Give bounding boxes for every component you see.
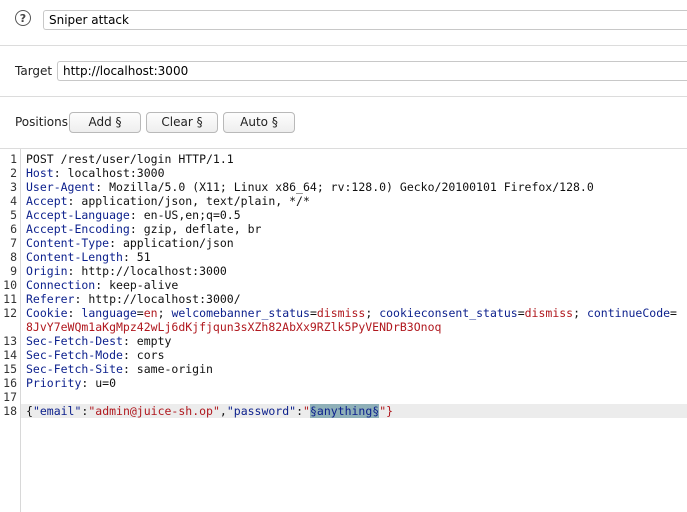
line-number: 16 xyxy=(3,376,17,390)
header-line: Referer: http://localhost:3000/ xyxy=(26,292,241,306)
line-number: 4 xyxy=(10,194,17,208)
header-value: application/json xyxy=(122,236,234,250)
header-line: Content-Type: application/json xyxy=(26,236,234,250)
auto-positions-button[interactable]: Auto § xyxy=(223,112,295,133)
cookie-value: dismiss xyxy=(524,306,574,320)
divider xyxy=(0,96,687,97)
header-name: Sec-Fetch-Mode xyxy=(26,348,123,362)
line-number: 10 xyxy=(3,278,17,292)
header-value: empty xyxy=(136,334,172,348)
line-number: 18 xyxy=(3,404,17,418)
header-value: 51 xyxy=(136,250,151,264)
payload-position-marker[interactable]: §anything§ xyxy=(309,404,380,418)
header-line: Connection: keep-alive xyxy=(26,278,179,292)
line-number: 1 xyxy=(10,152,17,166)
header-value: en-US,en;q=0.5 xyxy=(143,208,241,222)
line-number: 9 xyxy=(10,264,17,278)
body-punct: "} xyxy=(379,404,394,418)
header-name: Origin xyxy=(26,264,68,278)
header-line: Origin: http://localhost:3000 xyxy=(26,264,227,278)
header-line: Sec-Fetch-Dest: empty xyxy=(26,334,172,348)
line-number: 7 xyxy=(10,236,17,250)
target-label: Target xyxy=(15,64,53,78)
header-name: Connection xyxy=(26,278,96,292)
clear-positions-button[interactable]: Clear § xyxy=(146,112,218,133)
header-name: Sec-Fetch-Dest xyxy=(26,334,123,348)
line-number: 17 xyxy=(3,390,17,404)
cookie-value: 8JvY7eWQm1aKgMpz42wLj6dKjfjqun3sXZh82AbX… xyxy=(26,320,442,334)
header-name: Cookie xyxy=(26,306,68,320)
line-number: 5 xyxy=(10,208,17,222)
header-line: Accept: application/json, text/plain, */… xyxy=(26,194,310,208)
header-value: application/json, text/plain, */* xyxy=(81,194,310,208)
line-number: 15 xyxy=(3,362,17,376)
header-line: User-Agent: Mozilla/5.0 (X11; Linux x86_… xyxy=(26,180,594,194)
header-line: Host: localhost:3000 xyxy=(26,166,165,180)
cookie-name: cookieconsent_status xyxy=(379,306,518,320)
header-line: Sec-Fetch-Mode: cors xyxy=(26,348,165,362)
line-number-gutter: 1 2 3 4 5 6 7 8 9 10 11 12 13 14 15 16 1… xyxy=(0,149,21,512)
positions-label: Positions xyxy=(15,115,68,129)
cookie-name: continueCode xyxy=(586,306,671,320)
line-number: 11 xyxy=(3,292,17,306)
cookie-value: en xyxy=(143,306,158,320)
request-body: {"email":"admin@juice-sh.op","password":… xyxy=(26,404,394,418)
header-value: cors xyxy=(136,348,165,362)
target-input[interactable]: http://localhost:3000 xyxy=(57,61,687,81)
cookie-name: welcomebanner_status xyxy=(171,306,310,320)
cookie-name: language xyxy=(81,306,137,320)
line-number: 12 xyxy=(3,306,17,320)
help-icon[interactable]: ? xyxy=(15,10,31,26)
header-line: Sec-Fetch-Site: same-origin xyxy=(26,362,213,376)
json-key: "email" xyxy=(32,404,82,418)
header-name: Referer xyxy=(26,292,75,306)
header-line: Accept-Encoding: gzip, deflate, br xyxy=(26,222,262,236)
header-value: same-origin xyxy=(136,362,213,376)
line-number: 6 xyxy=(10,222,17,236)
add-position-button[interactable]: Add § xyxy=(69,112,141,133)
header-line: Priority: u=0 xyxy=(26,376,117,390)
json-key: "password" xyxy=(226,404,297,418)
header-value: http://localhost:3000 xyxy=(81,264,227,278)
attack-type-select[interactable]: Sniper attack xyxy=(43,10,687,30)
request-line: POST /rest/user/login HTTP/1.1 xyxy=(26,152,234,166)
header-value: u=0 xyxy=(95,376,117,390)
header-value: localhost:3000 xyxy=(67,166,165,180)
header-name: Host xyxy=(26,166,54,180)
divider xyxy=(0,45,687,46)
header-value: keep-alive xyxy=(109,278,179,292)
line-number: 13 xyxy=(3,334,17,348)
header-value: http://localhost:3000/ xyxy=(88,292,241,306)
header-name: Priority xyxy=(26,376,82,390)
header-name: Content-Type xyxy=(26,236,110,250)
header-value: Mozilla/5.0 (X11; Linux x86_64; rv:128.0… xyxy=(109,180,594,194)
line-number: 8 xyxy=(10,250,17,264)
line-number: 2 xyxy=(10,166,17,180)
line-number: 14 xyxy=(3,348,17,362)
body-punct: { xyxy=(26,404,33,418)
cookie-value: dismiss xyxy=(316,306,366,320)
header-name: Sec-Fetch-Site xyxy=(26,362,123,376)
header-name: Accept-Encoding xyxy=(26,222,130,236)
header-line: Accept-Language: en-US,en;q=0.5 xyxy=(26,208,241,222)
json-value: "admin@juice-sh.op" xyxy=(88,404,220,418)
header-name: Accept xyxy=(26,194,68,208)
json-quote: " xyxy=(303,404,310,418)
header-name: Content-Length xyxy=(26,250,123,264)
header-name: User-Agent xyxy=(26,180,96,194)
request-editor[interactable]: 1 2 3 4 5 6 7 8 9 10 11 12 13 14 15 16 1… xyxy=(0,148,687,512)
cookie-line: Cookie: language=en; welcomebanner_statu… xyxy=(26,306,677,320)
line-number: 3 xyxy=(10,180,17,194)
header-line: Content-Length: 51 xyxy=(26,250,151,264)
header-value: gzip, deflate, br xyxy=(143,222,262,236)
header-name: Accept-Language xyxy=(26,208,130,222)
